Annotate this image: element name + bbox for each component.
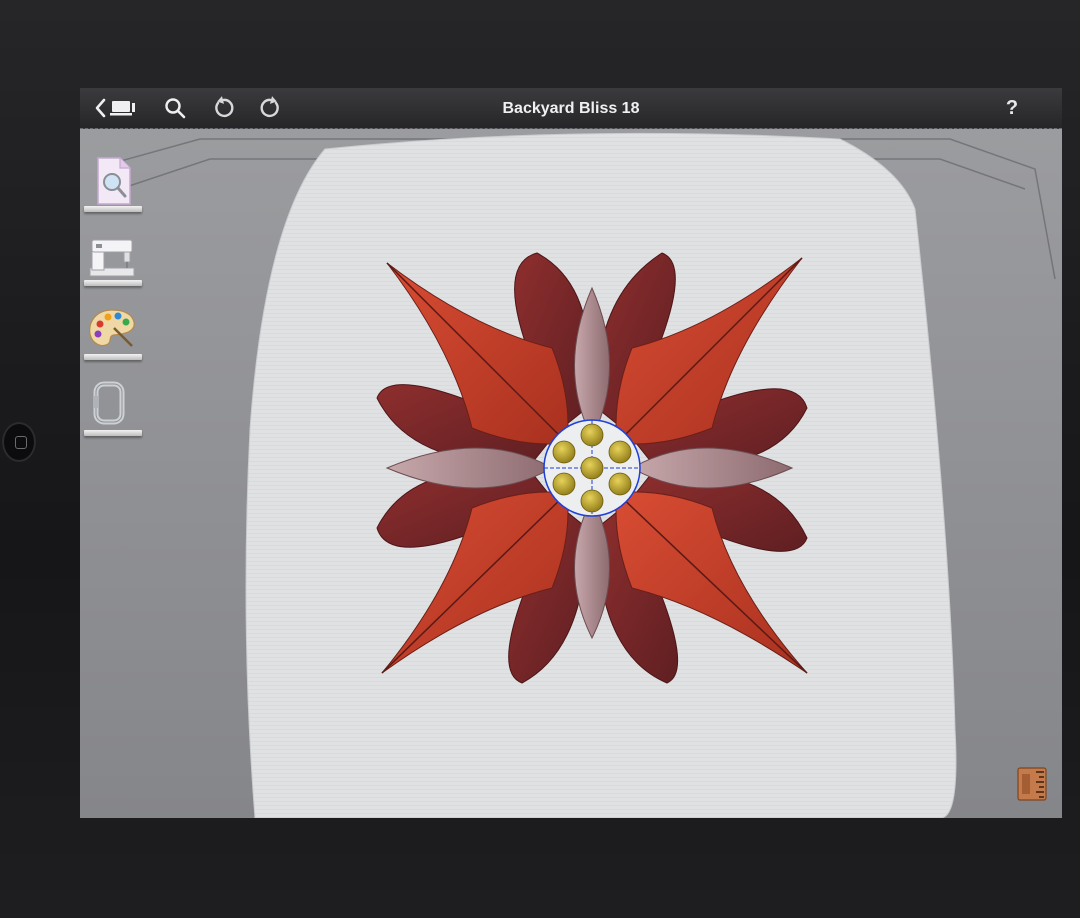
home-button[interactable]	[2, 422, 36, 462]
shelf-board	[84, 354, 142, 360]
color-palette-tool[interactable]	[84, 302, 142, 360]
undo-icon	[215, 96, 234, 118]
zoom-button[interactable]	[162, 95, 188, 121]
ruler-tool[interactable]	[1016, 766, 1048, 802]
design-preview-tool[interactable]	[84, 154, 142, 212]
hoop-icon	[93, 381, 125, 425]
redo-button[interactable]	[257, 95, 285, 121]
shelf-board	[84, 430, 142, 436]
paint-palette-icon	[89, 309, 135, 347]
home-button-icon	[15, 436, 27, 449]
hoop-tool[interactable]	[84, 378, 142, 436]
poinsettia-design[interactable]	[376, 252, 808, 684]
sewing-machine-icon	[89, 239, 135, 277]
document-magnifier-icon	[97, 157, 131, 205]
redo-icon	[260, 96, 279, 118]
undo-button[interactable]	[209, 95, 237, 121]
gallery-icon	[110, 101, 135, 116]
shelf-board	[84, 206, 142, 212]
back-gallery-button[interactable]	[94, 95, 140, 121]
app-screen: Backyard Bliss 18 ?	[80, 88, 1062, 818]
top-toolbar: Backyard Bliss 18 ?	[80, 88, 1062, 129]
help-button[interactable]: ?	[1000, 95, 1024, 121]
search-icon	[165, 98, 186, 119]
embroidery-canvas[interactable]	[80, 129, 1062, 818]
ruler-icon	[1017, 767, 1047, 801]
shelf-board	[84, 280, 142, 286]
chevron-left-icon	[95, 98, 135, 118]
sewing-machine-tool[interactable]	[84, 228, 142, 286]
